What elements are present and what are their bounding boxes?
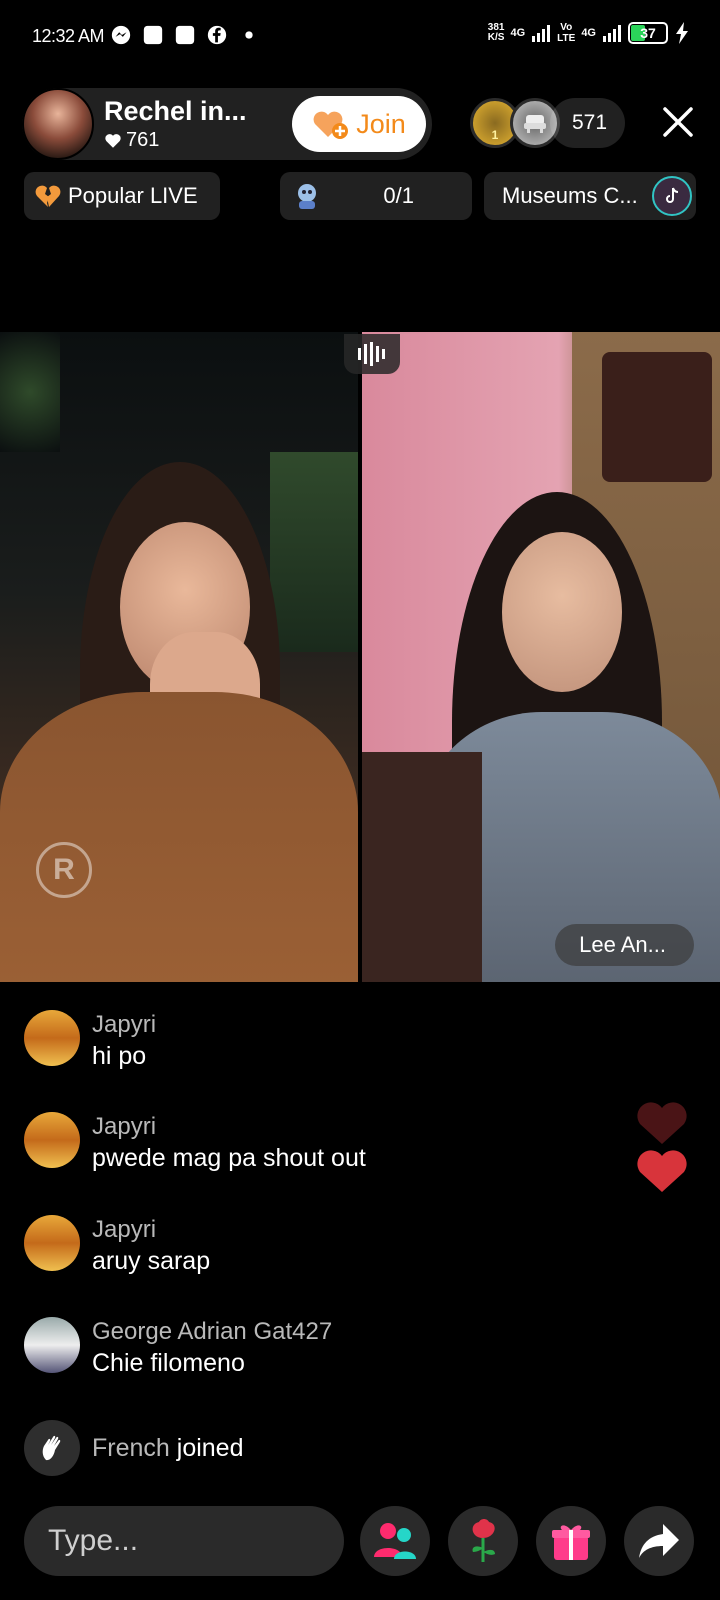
host-info: Rechel in... 761 [104,96,284,152]
messenger-icon [110,24,132,46]
close-icon[interactable] [660,104,696,140]
joined-username[interactable]: French [92,1434,170,1462]
comment-username[interactable]: George Adrian Gat427 [92,1317,332,1347]
comment-avatar[interactable] [24,1112,80,1168]
battery-level: 37 [640,25,656,41]
goal-character-icon [298,184,316,209]
blanket [362,752,482,982]
join-button[interactable]: Join [292,96,426,152]
share-arrow-icon [639,1524,679,1558]
floating-hearts [634,1100,690,1197]
comment-username[interactable]: Japyri [92,1112,366,1142]
network-speed: 381 K/S [488,23,505,43]
comment-item[interactable]: Japyri pwede mag pa shout out [24,1112,366,1174]
host-likes: 761 [104,129,284,152]
badge-rank: 1 [491,128,499,142]
share-button[interactable] [624,1506,694,1576]
battery-icon: 37 [628,22,668,44]
square-notification-icon [174,24,196,46]
viewer-panel[interactable]: 1 571 [470,98,626,148]
volte-indicator: Vo LTE [557,22,575,44]
heart-icon [105,133,121,148]
guest-name-tag[interactable]: Lee An... [555,924,694,966]
museum-label: Museums C... [502,183,638,208]
host-shirt [0,692,358,982]
dot-icon [238,24,260,46]
guest-video[interactable] [362,332,720,982]
popular-live-pill[interactable]: Popular LIVE [24,172,220,220]
comment-item[interactable]: George Adrian Gat427 Chie filomeno [24,1317,332,1379]
wave-hand-icon [24,1420,80,1476]
rose-gift-button[interactable] [448,1506,518,1576]
tiktok-note-icon [666,187,679,203]
registered-watermark: R [36,842,92,898]
signal-icon [532,25,551,42]
square-notification-icon [142,24,164,46]
heart-icon [637,1102,687,1192]
comment-avatar[interactable] [24,1317,80,1373]
viewer-count[interactable]: 571 [550,98,626,148]
host-video[interactable]: R [0,332,358,982]
volte-bottom: LTE [557,33,576,44]
comment-item[interactable]: Japyri aruy sarap [24,1215,210,1277]
status-time: 12:32 AM [32,26,105,46]
audio-wave-indicator [344,334,400,374]
host-avatar[interactable] [22,88,94,160]
charging-bolt-icon [676,22,688,44]
joined-action: joined [176,1433,244,1462]
gift-icon [552,1525,590,1560]
comment-text: Chie filomeno [92,1349,245,1377]
notification-icons [110,24,260,46]
heart-plus-icon [313,111,349,139]
tree-foliage [0,332,60,452]
status-right: 381 K/S 4G Vo LTE 4G 37 [488,22,690,44]
comment-username[interactable]: Japyri [92,1010,156,1040]
people-icon [374,1523,416,1559]
network-type-1: 4G [510,26,526,39]
comment-avatar[interactable] [24,1010,80,1066]
facebook-icon [206,24,228,46]
museum-pill[interactable]: Museums C... [484,172,696,220]
network-type-2: 4G [581,26,596,39]
volte-top: Vo [560,22,573,33]
guest-face [502,532,622,692]
goal-progress: 0/1 [383,183,414,208]
multi-guest-button[interactable] [360,1506,430,1576]
host-card[interactable]: Rechel in... 761 Join [22,88,432,160]
likes-count: 761 [126,129,160,151]
gift-button[interactable] [536,1506,606,1576]
window-cloth [602,352,712,482]
comment-input[interactable] [24,1506,344,1576]
comment-text: hi po [92,1042,147,1070]
popular-live-label: Popular LIVE [68,183,198,208]
comment-username[interactable]: Japyri [92,1215,210,1245]
museum-thumbnail [652,176,692,216]
broken-heart-icon [35,185,61,207]
host-name: Rechel in... [104,96,247,126]
goal-pill[interactable]: 0/1 [280,172,472,220]
comment-avatar[interactable] [24,1215,80,1271]
speed-unit: K/S [487,32,505,43]
rose-icon [472,1519,495,1562]
comment-text: aruy sarap [92,1247,211,1275]
building-plants [270,452,358,652]
join-event: French joined [24,1420,244,1476]
signal-icon [603,25,621,42]
comment-text: pwede mag pa shout out [92,1144,366,1172]
join-label: Join [356,108,406,139]
status-bar: 12:32 AM 381 K/S 4G Vo LTE 4G 37 [0,0,720,72]
comment-item[interactable]: Japyri hi po [24,1010,156,1072]
audio-wave-icon [358,342,385,366]
